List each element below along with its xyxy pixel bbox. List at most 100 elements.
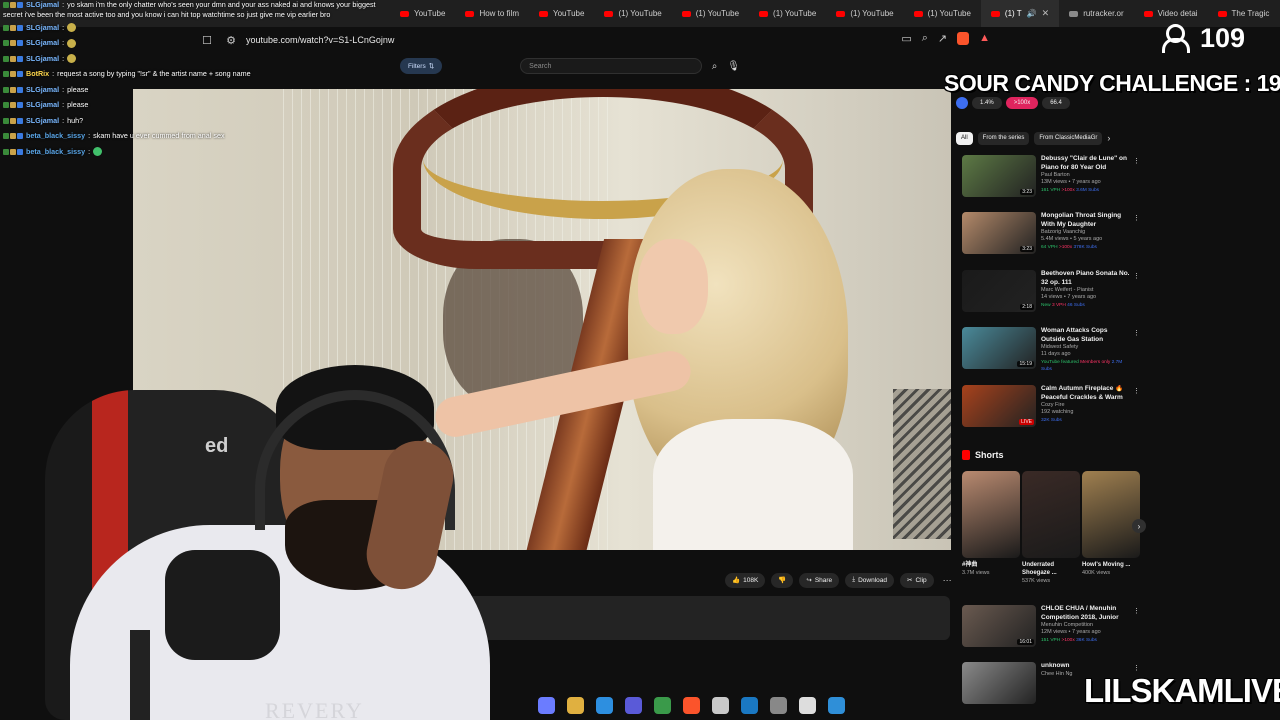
share-page-icon[interactable]: ↗ (938, 32, 947, 45)
browser-tab-label: (1) YouTube (695, 9, 740, 18)
taskbar-app-icon[interactable] (683, 696, 700, 714)
taskbar-app-icon[interactable] (654, 696, 671, 714)
video-thumbnail[interactable]: 3:23 (962, 212, 1036, 254)
taskbar-app-icon[interactable] (741, 696, 758, 714)
viewers-icon (1162, 24, 1192, 53)
channel-name[interactable]: Midwest Safety (1041, 344, 1133, 351)
more-options-icon[interactable]: ⋮ (1133, 664, 1140, 672)
filter-chip[interactable]: From the series (977, 131, 1030, 145)
browser-tab[interactable]: rutracker.or (1059, 0, 1133, 27)
badge-icon (3, 86, 9, 93)
browser-tab-label: YouTube (553, 9, 585, 18)
clip-button[interactable]: ✂ Clip (899, 572, 934, 588)
browser-tab[interactable]: YouTube (529, 0, 594, 27)
chevron-right-icon[interactable]: › (1107, 133, 1110, 143)
chat-message: beta_black_sissy: (3, 144, 443, 160)
taskbar-app-icon[interactable] (538, 696, 555, 714)
filter-chip[interactable]: From ClassicMediaGr (1034, 131, 1103, 145)
badge-icon (17, 148, 23, 155)
short-thumbnail[interactable] (1082, 471, 1140, 558)
more-options-icon[interactable]: ⋮ (1133, 157, 1140, 165)
browser-tab[interactable]: (1) YouTube (826, 0, 903, 27)
zoom-icon[interactable]: ⌕ (922, 32, 928, 45)
browser-tab[interactable]: (1) YouTube (904, 0, 981, 27)
more-options-icon[interactable]: ⋮ (1133, 387, 1140, 395)
speaker-icon: 🔊 (1026, 9, 1037, 18)
related-video[interactable]: 3:23 Debussy "Clair de Lune" on Piano for… (962, 155, 1140, 199)
channel-name[interactable]: Menuhin Competition (1041, 622, 1133, 629)
taskbar-app-icon[interactable] (625, 696, 642, 714)
dislike-button[interactable]: 👎 (771, 572, 794, 588)
related-video[interactable]: 2:18 Beethoven Piano Sonata No. 32 op. 11… (962, 270, 1140, 314)
video-thumbnail[interactable]: 16:01 (962, 605, 1036, 647)
short-title[interactable]: #神曲 (962, 561, 1020, 569)
taskbar-app-icon[interactable] (596, 696, 613, 714)
taskbar-app-icon[interactable] (567, 696, 584, 714)
related-video[interactable]: 15:19 Woman Attacks Cops Outside Gas Stat… (962, 327, 1140, 372)
video-stat: >100x (1061, 638, 1075, 643)
browser-tab-label: (1) T (1004, 9, 1022, 18)
more-options-icon[interactable]: ⋮ (1133, 272, 1140, 280)
download-button[interactable]: ⤓ Download (845, 572, 894, 588)
video-thumbnail[interactable]: 15:19 (962, 327, 1036, 369)
shorts-next-button[interactable]: › (1132, 519, 1146, 533)
browser-tab[interactable]: How to film (455, 0, 529, 27)
taskbar-app-icon[interactable] (712, 696, 729, 714)
video-title[interactable]: CHLOE CHUA / Menuhin Competition 2018, J… (1041, 605, 1133, 622)
channel-name[interactable]: Batzorig Vaanchig (1041, 229, 1133, 236)
more-options-icon[interactable]: ⋮ (1133, 329, 1140, 337)
video-thumbnail[interactable]: 3:23 (962, 155, 1036, 197)
video-title[interactable]: Calm Autumn Fireplace 🔥 Peaceful Crackle… (1041, 385, 1133, 402)
video-title[interactable]: Debussy "Clair de Lune" on Piano for 80 … (1041, 155, 1133, 172)
search-input[interactable]: Search (520, 58, 702, 74)
video-thumbnail[interactable]: 2:18 (962, 270, 1036, 312)
chat-message: BotRix: request a song by typing "!sr" & … (3, 67, 443, 83)
chat-badges (3, 102, 23, 109)
short-thumbnail[interactable] (1022, 471, 1080, 558)
browser-tab[interactable]: (1) T 🔊 ✕ (980, 0, 1060, 27)
video-thumbnail[interactable]: LIVE (962, 385, 1036, 427)
microphone-icon[interactable]: 🎙 (727, 61, 740, 72)
related-video[interactable]: 16:01 CHLOE CHUA / Menuhin Competition 20… (962, 605, 1140, 649)
screen-icon[interactable]: ▭ (901, 32, 911, 45)
chat-text: skam have u ever cummed from anal sex (93, 131, 225, 141)
video-title[interactable]: Woman Attacks Cops Outside Gas Station (1041, 327, 1133, 344)
more-options-icon[interactable]: ⋮ (1133, 607, 1140, 615)
taskbar-app-icon[interactable] (828, 696, 845, 714)
video-meta: 12M views • 7 years ago (1041, 629, 1101, 635)
browser-tab[interactable]: (1) YouTube (672, 0, 749, 27)
duration-badge: 16:01 (1017, 639, 1034, 645)
close-tab-icon[interactable]: ✕ (1042, 8, 1050, 19)
channel-name[interactable]: Paul Barton (1041, 172, 1133, 179)
share-button[interactable]: ↪ Share (799, 572, 840, 588)
video-stat: 378K Subs (1073, 245, 1097, 250)
filter-chip[interactable]: All (956, 131, 973, 145)
related-video[interactable]: 3:23 Mongolian Throat Singing With My Dau… (962, 212, 1140, 256)
channel-name[interactable]: Marc Weifert - Pianist (1041, 287, 1133, 294)
related-video[interactable]: LIVE Calm Autumn Fireplace 🔥 Peaceful Cra… (962, 385, 1140, 429)
brave-shield-icon[interactable] (957, 32, 970, 45)
rewards-icon[interactable]: ▲ (979, 32, 990, 45)
like-button[interactable]: 👍 108K (725, 572, 766, 588)
search-icon[interactable]: ⌕ (712, 61, 718, 72)
short-thumbnail[interactable] (962, 471, 1020, 558)
channel-name[interactable]: Cozy Fire (1041, 402, 1133, 409)
browser-tab-label: rutracker.or (1083, 9, 1124, 18)
description-box[interactable] (452, 596, 950, 640)
short-title[interactable]: Underrated Shoegaze ... (1022, 561, 1080, 577)
short-title[interactable]: Howl's Moving ... (1082, 561, 1140, 569)
taskbar-app-icon[interactable] (770, 696, 787, 714)
video-title[interactable]: Mongolian Throat Singing With My Daughte… (1041, 212, 1133, 229)
more-actions-icon[interactable]: ⋯ (940, 575, 955, 586)
browser-tab[interactable]: (1) YouTube (749, 0, 826, 27)
more-options-icon[interactable]: ⋮ (1133, 214, 1140, 222)
video-title[interactable]: Beethoven Piano Sonata No. 32 op. 111 (1041, 270, 1133, 287)
video-stat: New (1041, 303, 1051, 308)
chat-colon: : (88, 146, 91, 156)
chat-username: SLGjamal (26, 100, 60, 110)
video-title[interactable]: unknown (1041, 662, 1133, 671)
browser-tab[interactable]: (1) YouTube (594, 0, 671, 27)
taskbar-app-icon[interactable] (799, 696, 816, 714)
youtube-header: Filters ⇅ Search ⌕ 🎙 (400, 57, 740, 75)
video-info: Calm Autumn Fireplace 🔥 Peaceful Crackle… (1041, 385, 1133, 429)
